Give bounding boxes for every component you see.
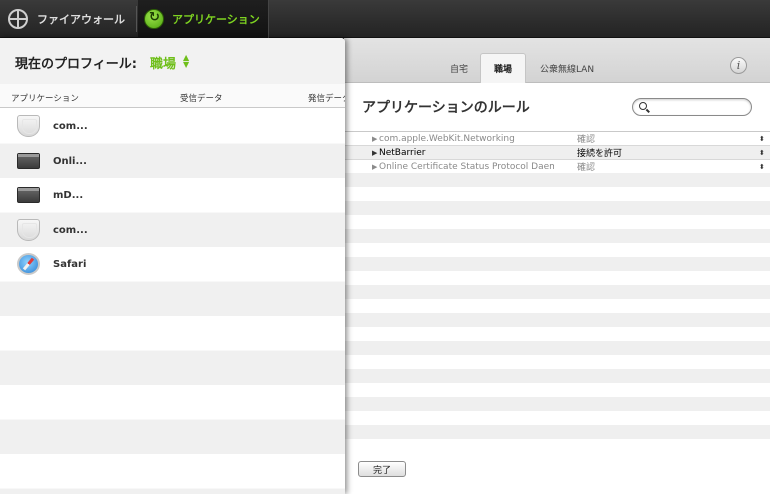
applications-tab[interactable]: アプリケーション (138, 0, 268, 38)
rule-row[interactable]: ▶ NetBarrier 接続を許可 ⬍ (344, 145, 770, 159)
search-input[interactable] (651, 100, 747, 114)
action-stepper-icon[interactable]: ⬍ (759, 163, 765, 171)
action-stepper-icon[interactable]: ⬍ (759, 135, 765, 143)
tab-public-wifi[interactable]: 公衆無線LAN (530, 53, 604, 83)
column-header-received[interactable]: 受信データ (180, 92, 223, 104)
rule-action[interactable]: 確認 (577, 160, 595, 173)
rules-panel: 自宅 職場 公衆無線LAN i アプリケーションのルール ▶ com.apple… (344, 38, 770, 494)
window-icon (17, 187, 40, 203)
profile-tabs-bar: 自宅 職場 公衆無線LAN i (344, 38, 770, 83)
rule-app-name: NetBarrier (379, 147, 426, 158)
rules-title: アプリケーションのルール (362, 100, 530, 116)
tab-work[interactable]: 職場 (480, 53, 526, 83)
shield-icon (17, 115, 40, 137)
search-field[interactable] (632, 98, 752, 116)
shield-icon (17, 218, 40, 241)
app-list: com... Onli... mD... com... Safari (0, 109, 345, 494)
top-toolbar: ファイアウォール アプリケーション (0, 0, 770, 38)
disclosure-triangle-icon[interactable]: ▶ (372, 163, 377, 171)
info-button[interactable]: i (730, 57, 747, 74)
list-item[interactable]: Safari (0, 247, 345, 282)
applications-icon (144, 9, 164, 29)
firewall-tab[interactable]: ファイアウォール (8, 0, 125, 38)
app-name: com... (53, 121, 88, 132)
rule-app-name: Online Certificate Status Protocol Daemo… (379, 161, 554, 172)
list-item[interactable]: Onli... (0, 144, 345, 179)
firewall-tab-label: ファイアウォール (37, 13, 125, 26)
rule-action[interactable]: 接続を許可 (577, 146, 622, 159)
toolbar-divider (136, 6, 137, 32)
search-icon (639, 102, 647, 110)
firewall-icon (8, 9, 28, 29)
rule-action[interactable]: 確認 (577, 132, 595, 145)
disclosure-triangle-icon[interactable]: ▶ (372, 149, 377, 157)
app-name: Safari (53, 259, 87, 270)
list-item[interactable]: com... (0, 109, 345, 144)
safari-icon (17, 253, 40, 275)
rule-app-name: com.apple.WebKit.Networking (379, 133, 515, 144)
column-header-sent[interactable]: 発信データ (308, 92, 345, 104)
action-stepper-icon[interactable]: ⬍ (759, 149, 765, 157)
applications-tab-label: アプリケーション (172, 13, 260, 26)
done-button[interactable]: 完了 (358, 461, 406, 477)
app-name: com... (53, 224, 88, 236)
rule-row[interactable]: ▶ Online Certificate Status Protocol Dae… (344, 159, 770, 173)
list-item[interactable]: mD... (0, 178, 345, 213)
profile-label: 現在のプロフィール: (15, 57, 137, 72)
app-table-header: アプリケーション 受信データ 発信データ (0, 84, 345, 108)
app-name: Onli... (53, 155, 87, 167)
profile-panel: 現在のプロフィール: 職場 ▲▼ アプリケーション 受信データ 発信データ co… (0, 38, 345, 494)
profile-header: 現在のプロフィール: 職場 ▲ ▼ (0, 38, 345, 84)
toolbar-divider (268, 0, 269, 38)
rule-row[interactable]: ▶ com.apple.WebKit.Networking 確認 ⬍ (344, 131, 770, 145)
tab-home[interactable]: 自宅 (440, 53, 478, 83)
app-name: mD... (53, 190, 84, 201)
window-icon (17, 152, 40, 169)
disclosure-triangle-icon[interactable]: ▶ (372, 135, 377, 143)
profile-selector[interactable]: 職場 (150, 53, 176, 72)
rules-table: ▶ com.apple.WebKit.Networking 確認 ⬍ ▶ Net… (344, 131, 770, 451)
column-header-application[interactable]: アプリケーション (11, 92, 79, 104)
profile-stepper-icon[interactable]: ▲ ▼ (183, 54, 189, 69)
list-item[interactable]: com... (0, 213, 345, 248)
